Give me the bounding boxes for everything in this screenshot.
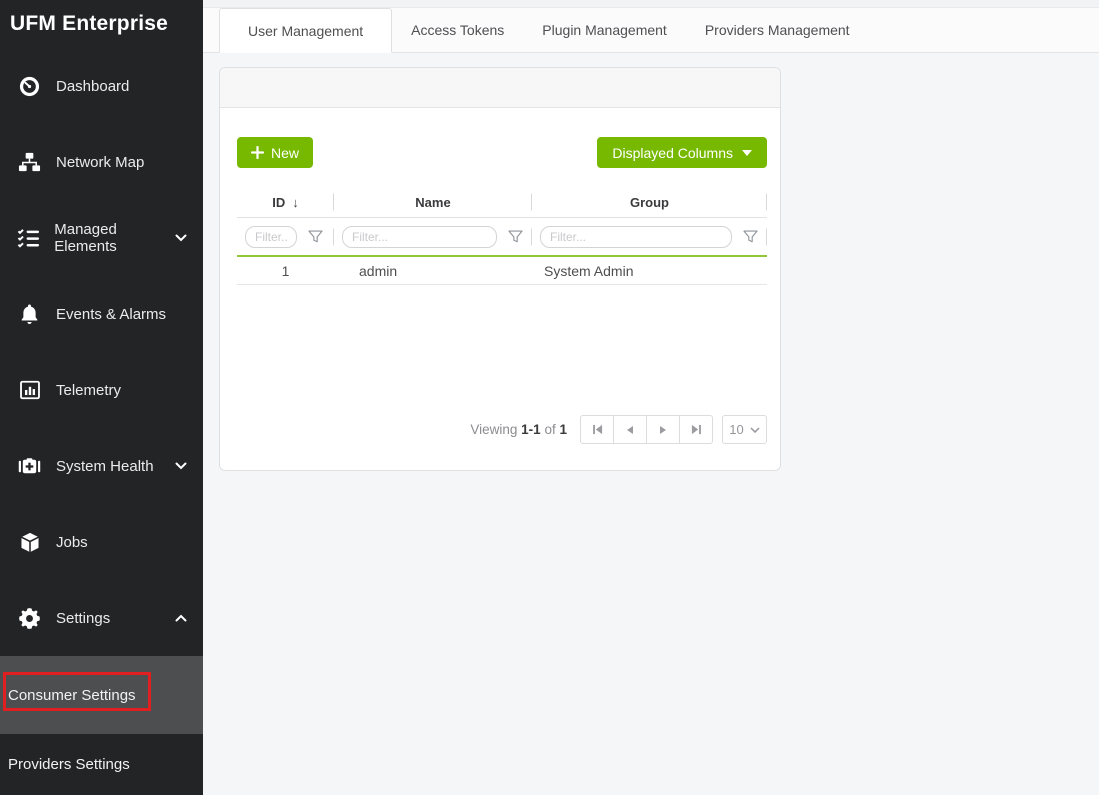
sidebar-item-network-map[interactable]: Network Map xyxy=(0,124,203,200)
prev-page-icon xyxy=(626,426,634,434)
managed-elements-icon xyxy=(16,227,41,250)
column-label: Name xyxy=(415,195,450,210)
card-header xyxy=(220,68,780,108)
sidebar-item-label: Telemetry xyxy=(56,382,121,399)
plus-icon xyxy=(251,146,264,159)
sidebar-nav: Dashboard Network Map Managed Elements E… xyxy=(0,48,203,795)
viewing-range: 1-1 xyxy=(521,422,541,437)
filter-cell-name xyxy=(334,218,532,255)
next-page-icon xyxy=(659,426,667,434)
tab-label: User Management xyxy=(248,23,363,39)
displayed-columns-label: Displayed Columns xyxy=(612,145,733,161)
id-filter-input[interactable] xyxy=(245,226,297,248)
table-filter-row xyxy=(237,218,767,255)
sidebar-item-label: System Health xyxy=(56,458,154,475)
sidebar-subitem-label: Consumer Settings xyxy=(8,687,136,704)
viewing-label: Viewing xyxy=(470,422,517,437)
sidebar-item-managed-elements[interactable]: Managed Elements xyxy=(0,200,203,276)
funnel-icon[interactable] xyxy=(743,230,758,244)
new-button[interactable]: New xyxy=(237,137,313,168)
cell-id: 1 xyxy=(237,257,334,285)
sidebar: UFM Enterprise Dashboard Network Map Man… xyxy=(0,0,203,795)
chevron-down-icon xyxy=(175,462,187,470)
first-page-icon xyxy=(592,424,603,435)
funnel-icon[interactable] xyxy=(308,230,323,244)
last-page-button[interactable] xyxy=(679,415,713,444)
prev-page-button[interactable] xyxy=(613,415,647,444)
column-label: Group xyxy=(630,195,669,210)
app-title: UFM Enterprise xyxy=(0,0,203,48)
page-size-select[interactable]: 10 xyxy=(722,415,767,444)
column-label: ID xyxy=(272,195,285,210)
column-header-id[interactable]: ID ↓ xyxy=(237,187,334,217)
tab-plugin-management[interactable]: Plugin Management xyxy=(523,8,686,52)
of-label: of xyxy=(544,422,555,437)
viewing-total: 1 xyxy=(559,422,567,437)
table-header-row: ID ↓ Name Group xyxy=(237,187,767,218)
chevron-down-icon xyxy=(175,234,187,242)
dashboard-icon xyxy=(16,75,43,98)
funnel-icon[interactable] xyxy=(508,230,523,244)
tab-access-tokens[interactable]: Access Tokens xyxy=(392,8,523,52)
main-area: User Management Access Tokens Plugin Man… xyxy=(203,0,1099,795)
column-header-name[interactable]: Name xyxy=(334,187,532,217)
user-management-card: New Displayed Columns ID ↓ xyxy=(219,67,781,471)
sidebar-item-settings[interactable]: Settings xyxy=(0,580,203,656)
sidebar-item-label: Managed Elements xyxy=(54,221,175,255)
next-page-button[interactable] xyxy=(646,415,680,444)
pagination: Viewing 1-1 of 1 xyxy=(237,415,767,444)
sidebar-item-label: Dashboard xyxy=(56,78,129,95)
pager-buttons xyxy=(580,415,713,444)
column-header-group[interactable]: Group xyxy=(532,187,767,217)
table-row[interactable]: 1 admin System Admin xyxy=(237,257,767,285)
tab-label: Plugin Management xyxy=(542,22,667,38)
sidebar-item-dashboard[interactable]: Dashboard xyxy=(0,48,203,124)
tab-providers-management[interactable]: Providers Management xyxy=(686,8,869,52)
sidebar-subitem-consumer-settings[interactable]: Consumer Settings xyxy=(0,656,203,734)
sidebar-item-jobs[interactable]: Jobs xyxy=(0,504,203,580)
viewing-status: Viewing 1-1 of 1 xyxy=(470,422,567,437)
sidebar-item-label: Events & Alarms xyxy=(56,306,166,323)
caret-down-icon xyxy=(742,150,752,156)
sidebar-item-label: Network Map xyxy=(56,154,144,171)
page-size-value: 10 xyxy=(729,422,743,437)
sidebar-subitem-providers-settings[interactable]: Providers Settings xyxy=(0,734,203,795)
cell-name: admin xyxy=(334,257,532,285)
new-button-label: New xyxy=(271,145,299,161)
users-table: ID ↓ Name Group xyxy=(237,187,767,285)
toolbar: New Displayed Columns xyxy=(237,137,767,168)
top-strip xyxy=(203,0,1099,8)
filter-cell-id xyxy=(237,218,334,255)
sidebar-item-events-alarms[interactable]: Events & Alarms xyxy=(0,276,203,352)
network-map-icon xyxy=(16,151,43,174)
first-page-button[interactable] xyxy=(580,415,614,444)
tab-label: Providers Management xyxy=(705,22,850,38)
gear-icon xyxy=(16,607,43,630)
cube-icon xyxy=(16,531,43,554)
card-body: New Displayed Columns ID ↓ xyxy=(220,108,780,470)
cell-group: System Admin xyxy=(532,257,767,285)
sidebar-item-label: Jobs xyxy=(56,534,88,551)
tab-bar: User Management Access Tokens Plugin Man… xyxy=(203,8,1099,53)
tab-user-management[interactable]: User Management xyxy=(219,8,392,53)
tab-label: Access Tokens xyxy=(411,22,504,38)
content: New Displayed Columns ID ↓ xyxy=(203,53,1099,471)
system-health-icon xyxy=(16,455,43,478)
bell-icon xyxy=(16,303,43,326)
chevron-up-icon xyxy=(175,614,187,622)
filter-cell-group xyxy=(532,218,767,255)
name-filter-input[interactable] xyxy=(342,226,497,248)
group-filter-input[interactable] xyxy=(540,226,732,248)
sidebar-item-label: Settings xyxy=(56,610,110,627)
displayed-columns-button[interactable]: Displayed Columns xyxy=(597,137,767,168)
sort-desc-icon: ↓ xyxy=(292,195,299,210)
sidebar-item-system-health[interactable]: System Health xyxy=(0,428,203,504)
sidebar-subitem-label: Providers Settings xyxy=(8,756,130,773)
telemetry-icon xyxy=(16,379,43,401)
last-page-icon xyxy=(691,424,702,435)
chevron-down-icon xyxy=(750,427,760,433)
sidebar-item-telemetry[interactable]: Telemetry xyxy=(0,352,203,428)
